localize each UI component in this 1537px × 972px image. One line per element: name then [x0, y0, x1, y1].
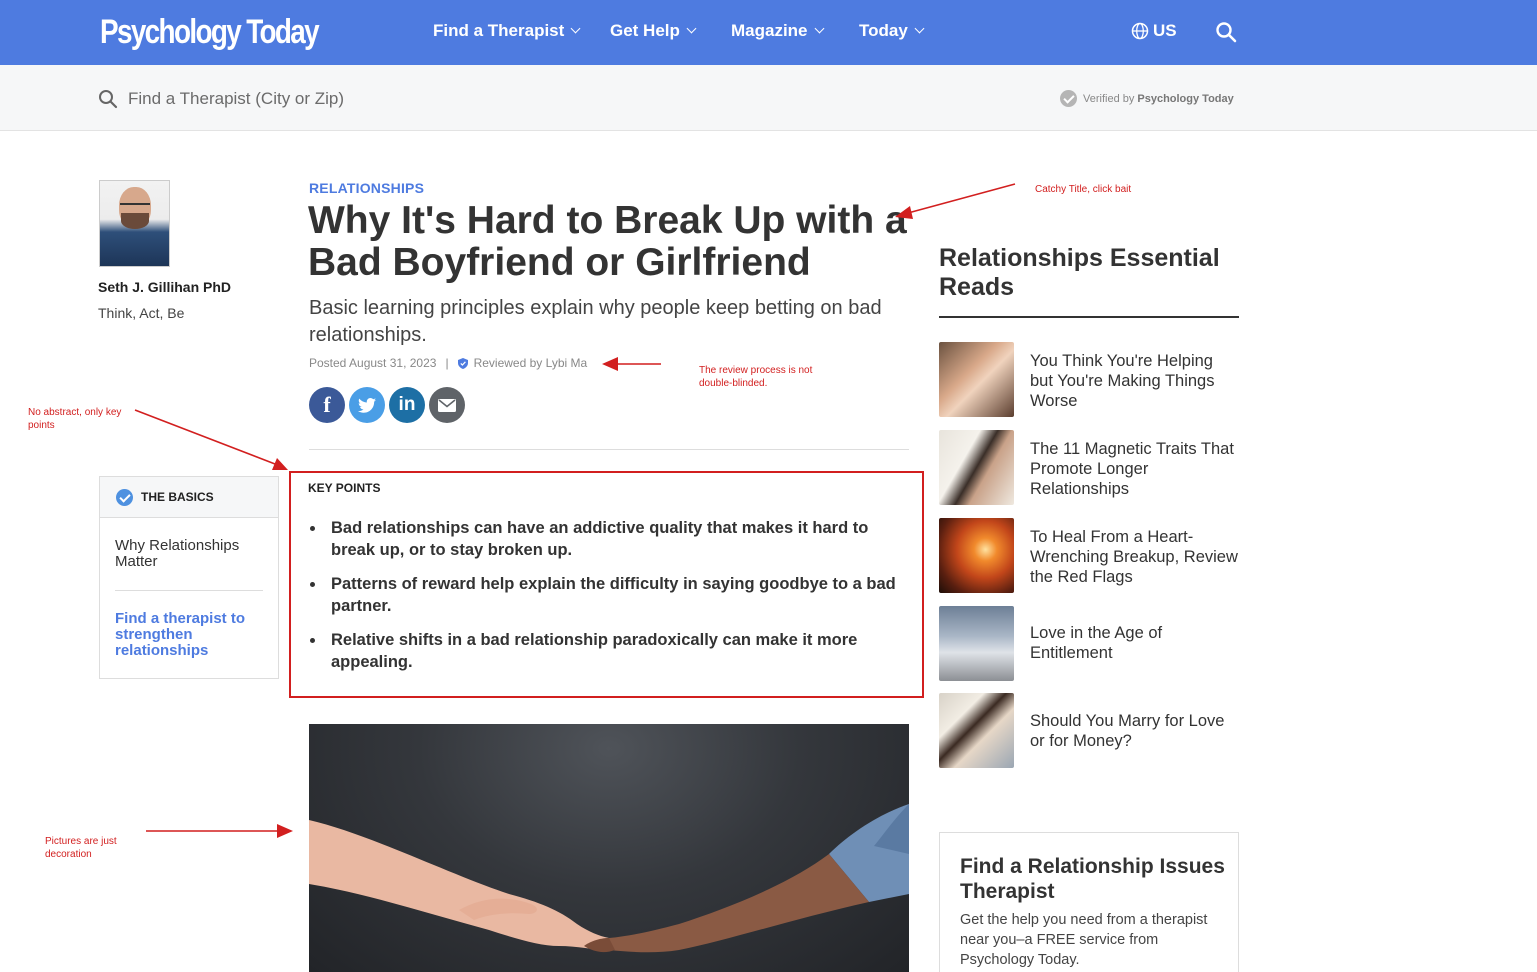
reviewed-by[interactable]: Reviewed by Lybi Ma — [474, 356, 588, 370]
verified-prefix: Verified by — [1083, 92, 1135, 105]
nav-label: Today — [859, 21, 908, 40]
chevron-down-icon — [814, 23, 824, 34]
twitter-icon[interactable] — [349, 387, 385, 423]
key-points-list: Bad relationships can have an addictive … — [309, 517, 909, 685]
chevron-down-icon — [686, 23, 697, 34]
cta-title: Find a Relationship Issues Therapist — [960, 855, 1225, 903]
cta-text: Get the help you need from a therapist n… — [960, 912, 1208, 968]
linkedin-icon[interactable]: in — [389, 387, 425, 423]
globe-icon[interactable] — [1131, 22, 1149, 40]
check-circle-icon — [116, 488, 133, 506]
search-icon — [99, 90, 118, 109]
essential-read-item[interactable]: You Think You're Helping but You're Maki… — [939, 342, 1239, 417]
essential-read-item[interactable]: Should You Marry for Love or for Money? — [939, 693, 1239, 768]
basics-heading: THE BASICS — [141, 490, 214, 504]
annotation-abstract: No abstract, only key points — [28, 407, 122, 431]
article-meta: Posted August 31, 2023 | Reviewed by Lyb… — [309, 356, 587, 370]
shield-check-icon — [457, 357, 468, 369]
article-title: Why It's Hard to Break Up with a Bad Boy… — [308, 199, 907, 284]
essential-read-title: You Think You're Helping but You're Maki… — [1030, 352, 1215, 410]
region-selector[interactable]: US — [1153, 21, 1177, 41]
article-divider — [309, 449, 909, 450]
key-points-heading: KEY POINTS — [308, 481, 381, 495]
essential-read-title: Love in the Age of Entitlement — [1030, 624, 1163, 662]
posted-date: Posted August 31, 2023 — [309, 356, 437, 370]
author-avatar[interactable] — [99, 180, 170, 267]
nav-magazine[interactable]: Magazine — [731, 20, 824, 42]
nav-label: Find a Therapist — [433, 21, 565, 40]
author-blog-name[interactable]: Think, Act, Be — [98, 305, 184, 321]
therapist-search-input[interactable] — [128, 85, 628, 113]
annotation-review: The review process is not double-blinded… — [699, 365, 813, 389]
key-point-item: Relative shifts in a bad relationship pa… — [309, 629, 909, 673]
article-category[interactable]: RELATIONSHIPS — [309, 180, 424, 196]
nav-label: Get Help — [610, 21, 680, 40]
find-therapist-cta[interactable]: Find a Relationship Issues Therapist Get… — [939, 832, 1239, 972]
annotation-catchy-title: Catchy Title, click bait — [1035, 184, 1132, 195]
nav-find-therapist[interactable]: Find a Therapist — [433, 20, 581, 42]
article-subtitle: Basic learning principles explain why pe… — [309, 297, 882, 346]
essential-read-title: The 11 Magnetic Traits That Promote Long… — [1030, 440, 1234, 498]
meta-separator: | — [445, 356, 449, 370]
essential-read-title: To Heal From a Heart-Wrenching Breakup, … — [1030, 528, 1238, 586]
chevron-down-icon — [914, 23, 925, 34]
article-thumbnail — [939, 693, 1014, 768]
article-hero-image — [309, 724, 909, 972]
search-icon[interactable] — [1215, 21, 1237, 43]
chevron-down-icon — [570, 23, 581, 34]
verified-brand: Psychology Today — [1137, 92, 1234, 105]
key-point-item: Bad relationships can have an addictive … — [309, 517, 909, 561]
article-thumbnail — [939, 430, 1014, 505]
annotation-pictures: Pictures are just decoration — [45, 836, 117, 860]
verified-badge: Verified by Psychology Today — [1060, 90, 1234, 107]
essential-read-item[interactable]: The 11 Magnetic Traits That Promote Long… — [939, 430, 1239, 505]
key-point-item: Patterns of reward help explain the diff… — [309, 573, 909, 617]
nav-today[interactable]: Today — [859, 20, 925, 42]
article-thumbnail — [939, 518, 1014, 593]
share-buttons: f in — [309, 387, 465, 423]
check-circle-icon — [1060, 90, 1077, 107]
site-logo[interactable]: Psychology Today — [100, 12, 320, 52]
essential-reads-rule — [939, 316, 1239, 318]
email-icon[interactable] — [429, 387, 465, 423]
author-name[interactable]: Seth J. Gillihan PhD — [98, 279, 231, 295]
article-thumbnail — [939, 606, 1014, 681]
divider — [115, 590, 263, 591]
nav-label: Magazine — [731, 21, 808, 40]
essential-read-item[interactable]: To Heal From a Heart-Wrenching Breakup, … — [939, 518, 1239, 593]
the-basics-box: THE BASICS Why Relationships Matter Find… — [99, 476, 279, 679]
essential-reads-title: Relationships Essential Reads — [939, 244, 1220, 301]
basics-link-why-relationships[interactable]: Why Relationships Matter — [115, 538, 265, 570]
basics-link-find-therapist[interactable]: Find a therapist to strengthen relations… — [115, 611, 265, 659]
facebook-icon[interactable]: f — [309, 387, 345, 423]
top-nav: Psychology Today Find a Therapist Get He… — [0, 0, 1537, 65]
article-thumbnail — [939, 342, 1014, 417]
therapist-search-bar: Verified by Psychology Today — [0, 65, 1537, 131]
basics-header: THE BASICS — [100, 477, 278, 518]
essential-read-item[interactable]: Love in the Age of Entitlement — [939, 606, 1239, 681]
nav-get-help[interactable]: Get Help — [610, 20, 697, 42]
essential-read-title: Should You Marry for Love or for Money? — [1030, 712, 1225, 750]
